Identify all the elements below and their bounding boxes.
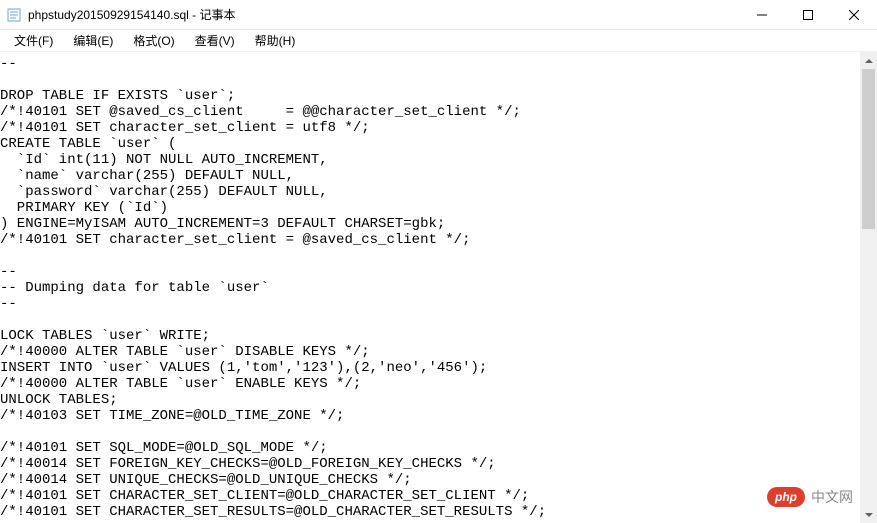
menu-view[interactable]: 查看(V) (185, 30, 245, 51)
close-button[interactable] (831, 0, 877, 29)
watermark-text: 中文网 (811, 487, 853, 507)
vertical-scrollbar[interactable] (860, 52, 877, 523)
text-content[interactable]: -- DROP TABLE IF EXISTS `user`; /*!40101… (0, 52, 877, 520)
menu-edit[interactable]: 编辑(E) (63, 30, 123, 51)
watermark: php 中文网 (767, 487, 853, 507)
scroll-up-arrow[interactable] (860, 52, 877, 69)
menu-file[interactable]: 文件(F) (4, 30, 63, 51)
titlebar: phpstudy20150929154140.sql - 记事本 (0, 0, 877, 30)
menu-help[interactable]: 帮助(H) (245, 30, 306, 51)
maximize-button[interactable] (785, 0, 831, 29)
watermark-badge: php (767, 487, 805, 507)
content-area: -- DROP TABLE IF EXISTS `user`; /*!40101… (0, 52, 877, 523)
scroll-track[interactable] (860, 69, 877, 506)
menubar: 文件(F) 编辑(E) 格式(O) 查看(V) 帮助(H) (0, 30, 877, 52)
scroll-down-arrow[interactable] (860, 506, 877, 523)
minimize-button[interactable] (739, 0, 785, 29)
app-icon (6, 7, 22, 23)
menu-format[interactable]: 格式(O) (123, 30, 184, 51)
window-controls (739, 0, 877, 29)
scroll-thumb[interactable] (862, 69, 875, 229)
window-title: phpstudy20150929154140.sql - 记事本 (28, 6, 739, 23)
